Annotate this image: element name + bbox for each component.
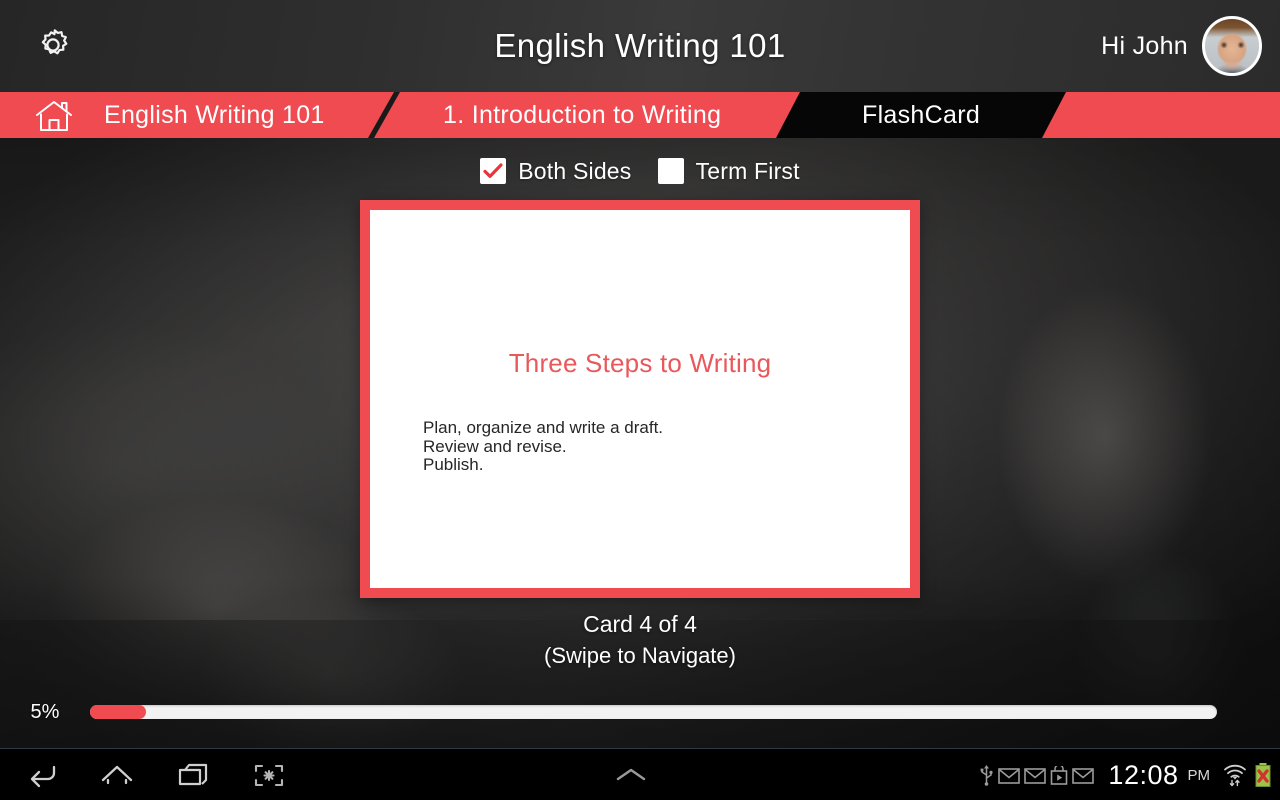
term-first-checkbox[interactable] xyxy=(657,158,684,184)
option-term-first[interactable]: Term First xyxy=(657,157,800,185)
recents-icon xyxy=(178,763,208,786)
card-display-options: Both Sides Term First xyxy=(0,154,1280,188)
gmail-icon xyxy=(998,767,1021,784)
flashcard-caption: Card 4 of 4 (Swipe to Navigate) xyxy=(0,608,1280,672)
wifi-icon xyxy=(1224,764,1246,787)
android-system-bar: 12:08 PM xyxy=(0,748,1280,800)
app-header: English Writing 101 Hi John xyxy=(0,0,1280,92)
breadcrumb-item-flashcard[interactable]: FlashCard xyxy=(862,92,980,138)
term-first-label: Term First xyxy=(695,157,800,184)
user-greeting: Hi John xyxy=(1101,31,1188,60)
back-button[interactable] xyxy=(14,749,68,800)
home-button[interactable] xyxy=(90,749,144,800)
flashcard[interactable]: Three Steps to Writing Plan, organize an… xyxy=(360,200,920,598)
gmail-icon xyxy=(1072,767,1095,784)
navbar-expand-button[interactable] xyxy=(614,749,648,800)
gmail-icon xyxy=(1024,767,1047,784)
recent-apps-button[interactable] xyxy=(166,749,220,800)
screenshot-icon xyxy=(254,764,284,787)
chevron-up-icon xyxy=(616,768,646,781)
avatar-photo xyxy=(1205,19,1259,73)
option-both-sides[interactable]: Both Sides xyxy=(480,158,631,185)
breadcrumb-item-lesson[interactable]: 1. Introduction to Writing xyxy=(443,92,721,138)
breadcrumb-home-button[interactable] xyxy=(30,98,78,134)
screenshot-button[interactable] xyxy=(242,749,296,800)
home-icon xyxy=(36,101,72,131)
notification-icons xyxy=(979,764,1095,786)
status-clock-ampm: PM xyxy=(1187,766,1211,784)
flashcard-inner: Three Steps to Writing Plan, organize an… xyxy=(370,210,910,588)
course-progress: 5% xyxy=(0,692,1280,732)
play-store-icon xyxy=(1051,765,1068,785)
card-counter: Card 4 of 4 xyxy=(583,611,697,637)
status-clock: 12:08 xyxy=(1108,759,1179,790)
check-icon xyxy=(483,163,503,178)
breadcrumb: English Writing 101 1. Introduction to W… xyxy=(0,92,1280,138)
back-icon xyxy=(30,765,56,788)
both-sides-label: Both Sides xyxy=(518,157,632,184)
avatar[interactable] xyxy=(1202,16,1262,76)
user-area: Hi John xyxy=(1101,12,1262,80)
flashcard-definition: Plan, organize and write a draft. Review… xyxy=(423,418,664,475)
progress-bar-fill xyxy=(90,705,147,719)
status-bar-icons[interactable]: 12:08 PM xyxy=(979,749,1272,800)
android-nav-buttons xyxy=(14,749,296,800)
page-title: English Writing 101 xyxy=(494,27,786,64)
progress-bar[interactable] xyxy=(90,705,1217,719)
swipe-hint: (Swipe to Navigate) xyxy=(544,643,736,668)
both-sides-checkbox[interactable] xyxy=(480,158,507,184)
breadcrumb-item-course[interactable]: English Writing 101 xyxy=(104,92,325,138)
flashcard-definition-line: Publish. xyxy=(423,455,484,474)
progress-percent-label: 5% xyxy=(30,700,60,723)
battery-error-icon xyxy=(1255,763,1271,787)
home-icon xyxy=(101,765,133,785)
flashcard-term: Three Steps to Writing xyxy=(508,348,772,378)
flashcard-app-screen: English Writing 101 Hi John English Writ… xyxy=(0,0,1280,800)
usb-icon xyxy=(981,765,994,786)
flashcard-definition-line: Review and revise. xyxy=(423,436,567,456)
flashcard-definition-line: Plan, organize and write a draft. xyxy=(423,418,664,437)
